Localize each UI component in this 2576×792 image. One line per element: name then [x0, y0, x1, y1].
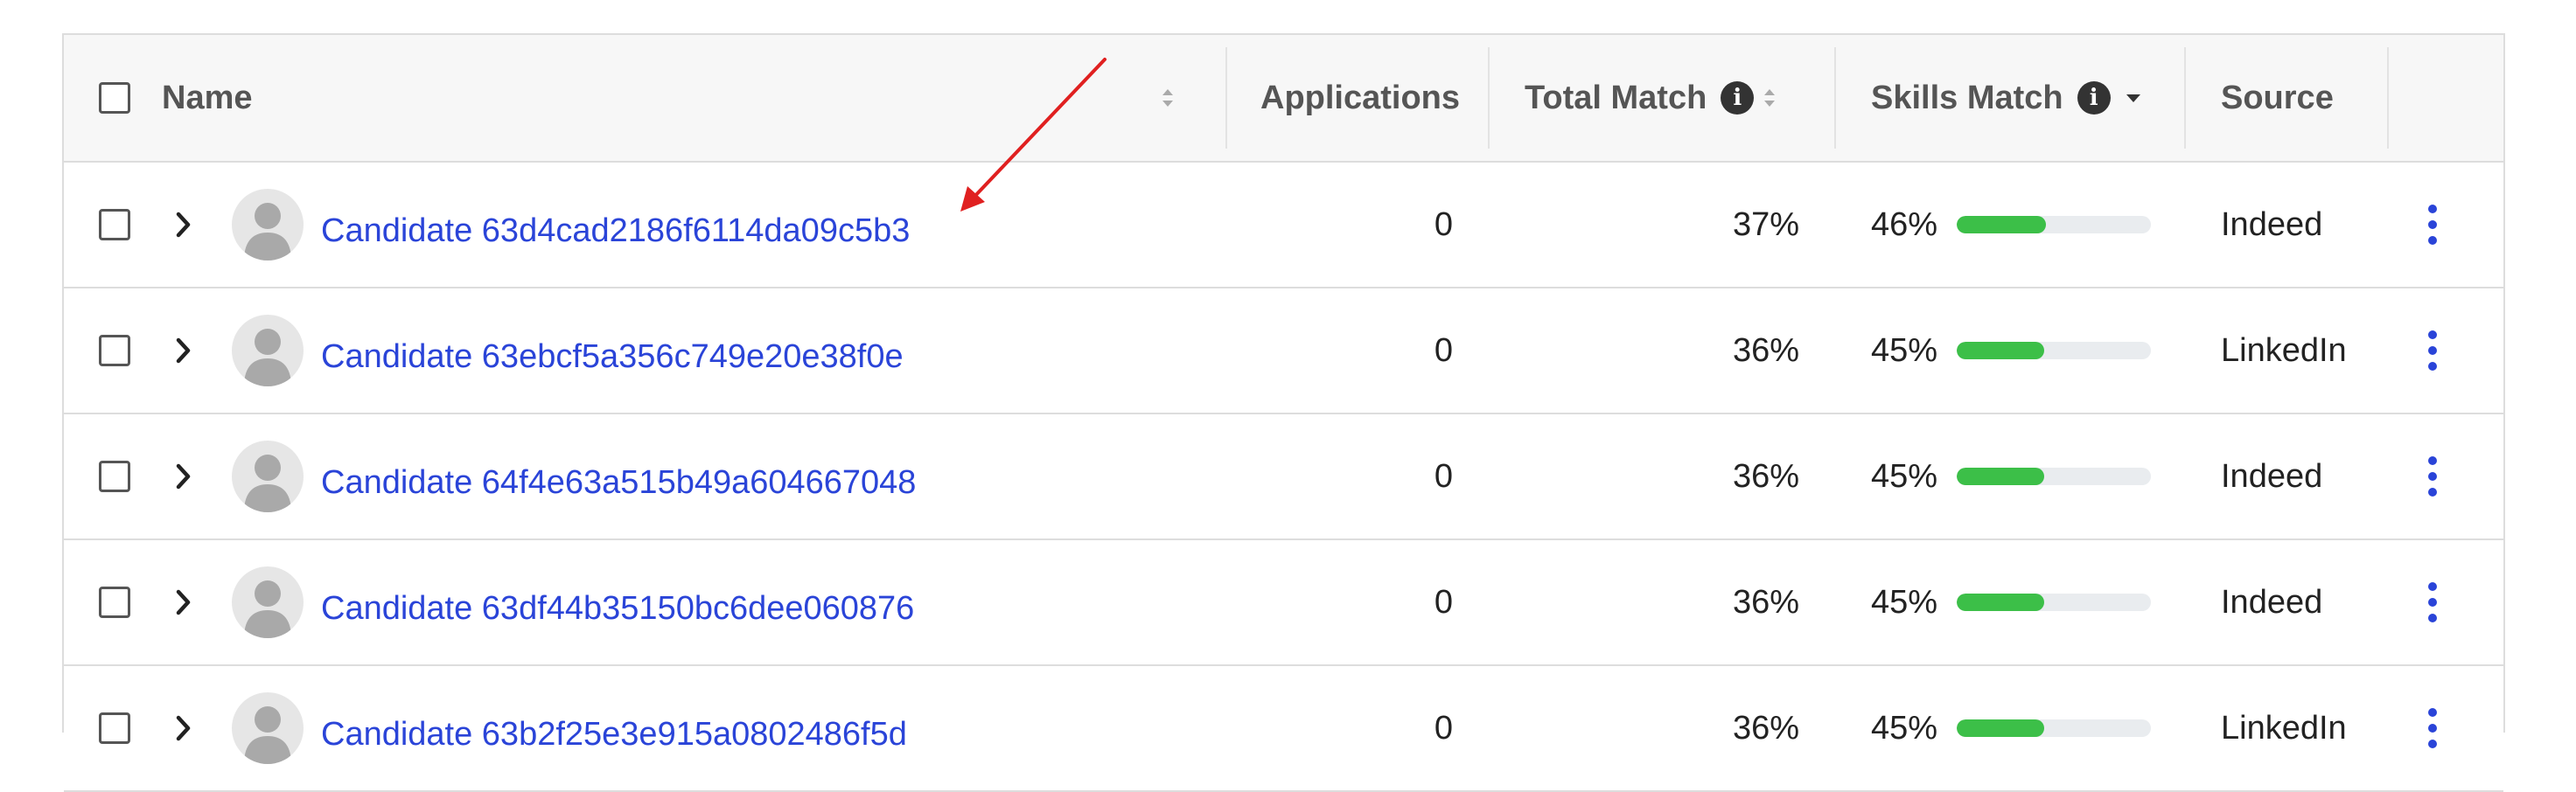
skills-match-value: 45%: [1871, 709, 1938, 747]
total-match-value: 36%: [1732, 331, 1799, 369]
expand-chevron-icon[interactable]: [174, 210, 193, 240]
total-match-value: 36%: [1732, 583, 1799, 621]
total-match-info-icon[interactable]: i: [1721, 81, 1755, 115]
candidate-name-link[interactable]: Candidate 63ebcf5a356c749e20e38f0e: [321, 338, 904, 376]
skills-match-value: 45%: [1871, 331, 1938, 369]
table-row: Candidate 63ebcf5a356c749e20e38f0e 0 36%…: [64, 288, 2503, 414]
name-sort-icon[interactable]: [1161, 86, 1175, 110]
applications-count: 0: [1434, 331, 1453, 369]
total-match-value: 36%: [1732, 709, 1799, 747]
person-placeholder-icon: [244, 329, 291, 386]
skills-match-bar-fill: [1957, 468, 2044, 485]
total-match-sort-icon[interactable]: [1763, 86, 1777, 110]
select-all-checkbox[interactable]: [99, 82, 130, 114]
candidate-name-link[interactable]: Candidate 63b2f25e3e915a0802486f5d: [321, 716, 907, 754]
table-row: Candidate 64f4e63a515b49a604667048 0 36%…: [64, 414, 2503, 540]
skills-match-value: 45%: [1871, 457, 1938, 495]
source-column-header[interactable]: Source: [2221, 80, 2334, 117]
applications-column-header[interactable]: Applications: [1260, 80, 1460, 117]
applications-count: 0: [1434, 205, 1453, 243]
column-divider[interactable]: [1834, 47, 1836, 149]
row-actions-kebab-icon[interactable]: [2427, 455, 2438, 497]
column-divider[interactable]: [2184, 47, 2186, 149]
skills-match-value: 46%: [1871, 205, 1938, 243]
candidate-name-link[interactable]: Candidate 64f4e63a515b49a604667048: [321, 464, 916, 502]
row-actions-kebab-icon[interactable]: [2427, 707, 2438, 749]
skills-match-value: 45%: [1871, 583, 1938, 621]
candidate-name-link[interactable]: Candidate 63df44b35150bc6dee060876: [321, 590, 914, 628]
skills-match-bar: [1957, 719, 2152, 737]
total-match-column-header[interactable]: Total Match: [1525, 80, 1707, 117]
source-value: Indeed: [2221, 583, 2323, 621]
table-row: Candidate 63d4cad2186f6114da09c5b3 0 37%…: [64, 163, 2503, 288]
skills-match-column-header[interactable]: Skills Match: [1871, 80, 2063, 117]
row-checkbox[interactable]: [99, 209, 130, 240]
applications-count: 0: [1434, 709, 1453, 747]
source-value: LinkedIn: [2221, 331, 2347, 369]
avatar: [232, 692, 304, 764]
table-row: Candidate 63df44b35150bc6dee060876 0 36%…: [64, 540, 2503, 666]
sort-descending-icon[interactable]: [2125, 93, 2142, 103]
source-value: Indeed: [2221, 457, 2323, 495]
skills-match-bar-fill: [1957, 594, 2044, 611]
name-column-header[interactable]: Name: [162, 80, 253, 117]
row-checkbox[interactable]: [99, 712, 130, 744]
avatar: [232, 189, 304, 261]
skills-match-info-icon[interactable]: i: [2077, 81, 2111, 115]
total-match-value: 36%: [1732, 457, 1799, 495]
source-value: LinkedIn: [2221, 709, 2347, 747]
column-divider[interactable]: [2387, 47, 2389, 149]
row-actions-kebab-icon[interactable]: [2427, 204, 2438, 246]
skills-match-bar-fill: [1957, 719, 2044, 737]
skills-match-bar: [1957, 342, 2152, 359]
expand-chevron-icon[interactable]: [174, 336, 193, 365]
row-checkbox[interactable]: [99, 335, 130, 366]
expand-chevron-icon[interactable]: [174, 713, 193, 743]
applications-count: 0: [1434, 457, 1453, 495]
avatar: [232, 566, 304, 638]
column-divider[interactable]: [1488, 47, 1490, 149]
person-placeholder-icon: [244, 455, 291, 512]
skills-match-bar: [1957, 216, 2152, 233]
column-divider[interactable]: [1225, 47, 1227, 149]
skills-match-bar: [1957, 594, 2152, 611]
person-placeholder-icon: [244, 706, 291, 764]
expand-chevron-icon[interactable]: [174, 587, 193, 617]
person-placeholder-icon: [244, 580, 291, 638]
skills-match-bar-fill: [1957, 216, 2047, 233]
table-header: Name Applications Total Match i Skills M…: [64, 35, 2503, 163]
expand-chevron-icon[interactable]: [174, 462, 193, 491]
person-placeholder-icon: [244, 203, 291, 261]
skills-match-bar: [1957, 468, 2152, 485]
row-actions-kebab-icon[interactable]: [2427, 581, 2438, 623]
row-checkbox[interactable]: [99, 461, 130, 492]
source-value: Indeed: [2221, 205, 2323, 243]
table-row: Candidate 63b2f25e3e915a0802486f5d 0 36%…: [64, 666, 2503, 792]
candidates-table: Name Applications Total Match i Skills M…: [62, 33, 2505, 792]
row-checkbox[interactable]: [99, 587, 130, 618]
total-match-value: 37%: [1732, 205, 1799, 243]
row-actions-kebab-icon[interactable]: [2427, 330, 2438, 372]
avatar: [232, 315, 304, 386]
skills-match-bar-fill: [1957, 342, 2044, 359]
applications-count: 0: [1434, 583, 1453, 621]
candidate-name-link[interactable]: Candidate 63d4cad2186f6114da09c5b3: [321, 212, 910, 250]
avatar: [232, 441, 304, 512]
